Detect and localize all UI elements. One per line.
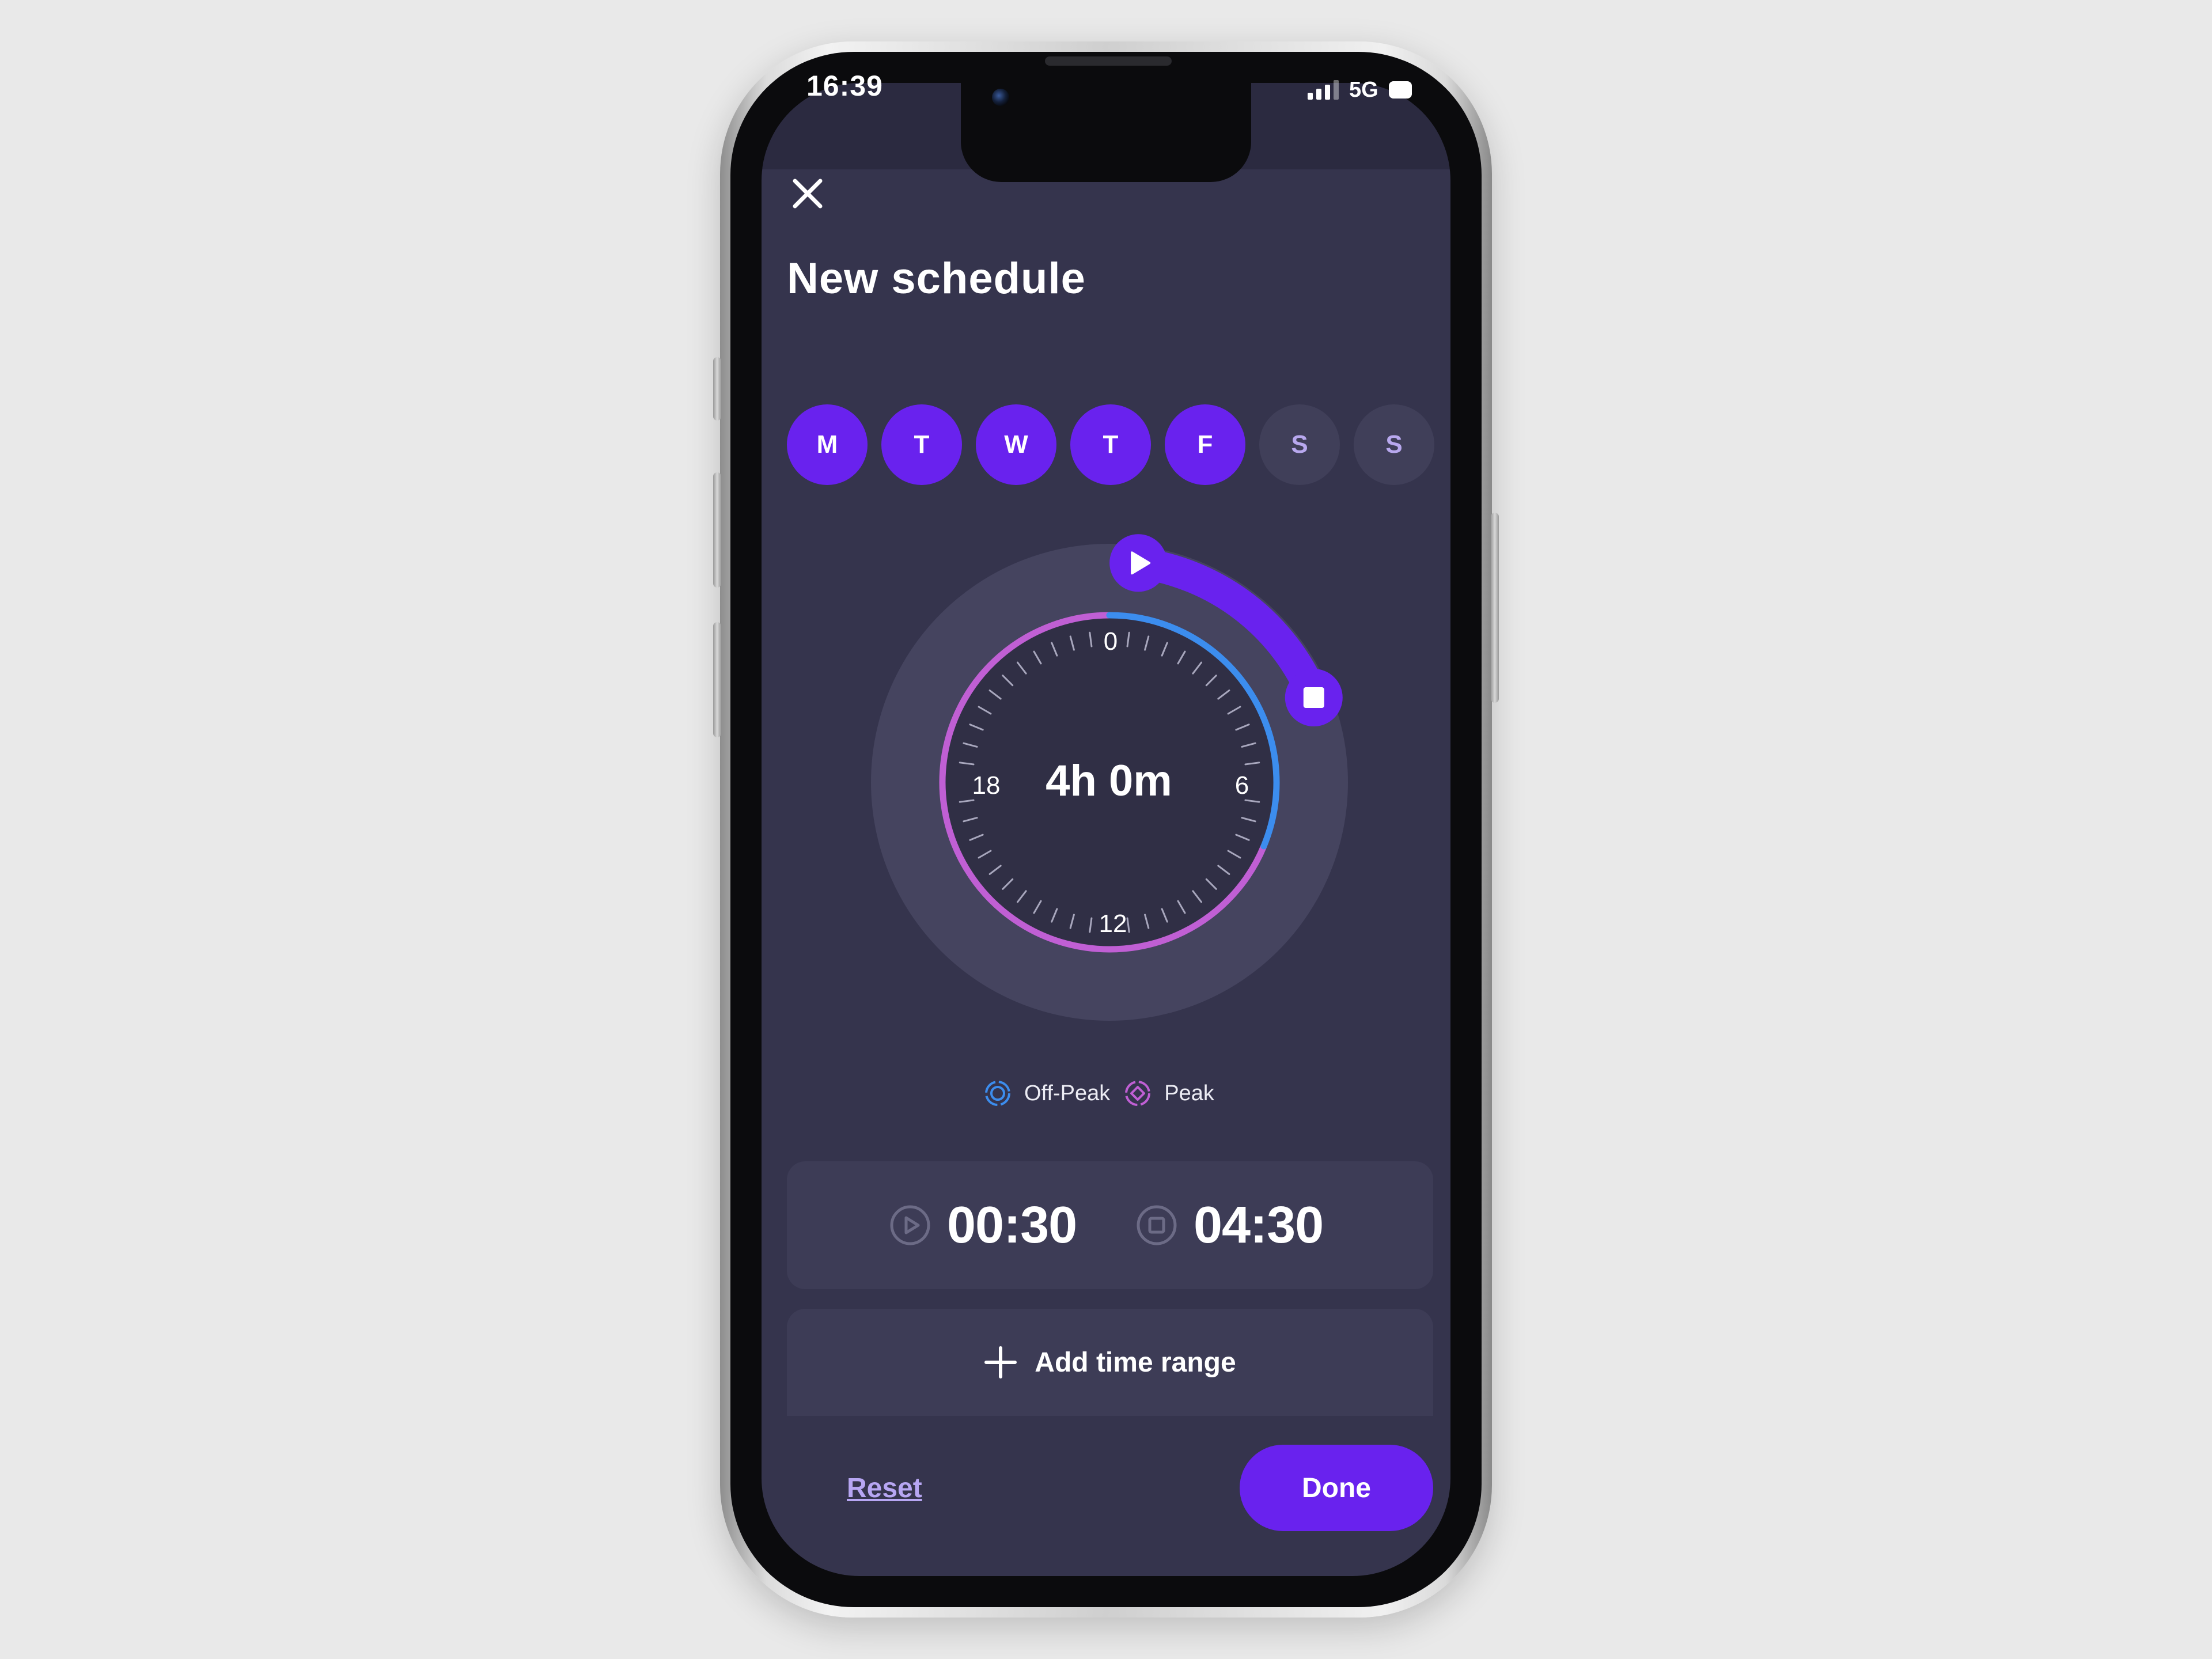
start-time-value[interactable]: 00:30 xyxy=(947,1196,1077,1255)
end-time-value[interactable]: 04:30 xyxy=(1194,1196,1324,1255)
stage: 16:39 5G New schedule M T W T F S S 0 6 … xyxy=(0,0,2212,1659)
add-time-range-label: Add time range xyxy=(1035,1347,1236,1378)
hour-label-6: 6 xyxy=(1235,771,1249,800)
time-range-card[interactable]: 00:30 04:30 xyxy=(787,1161,1433,1289)
hour-label-12: 12 xyxy=(1099,910,1127,938)
end-time-group[interactable]: 04:30 xyxy=(1135,1161,1324,1289)
legend-peak: Peak xyxy=(1123,1078,1214,1108)
peak-icon xyxy=(1125,1081,1151,1106)
reset-button[interactable]: Reset xyxy=(847,1472,922,1504)
legend-offpeak: Off-Peak xyxy=(983,1078,1110,1108)
start-handle[interactable] xyxy=(1109,534,1168,592)
plus-icon xyxy=(984,1346,1017,1378)
end-handle[interactable] xyxy=(1285,669,1343,727)
legend-peak-label: Peak xyxy=(1164,1081,1214,1105)
hour-label-0: 0 xyxy=(1104,627,1118,656)
done-button[interactable]: Done xyxy=(1240,1445,1433,1531)
start-time-icon xyxy=(890,1205,930,1245)
legend-offpeak-label: Off-Peak xyxy=(1024,1081,1111,1105)
tariff-legend: Off-Peak Peak xyxy=(983,1078,1227,1108)
end-time-icon xyxy=(1137,1205,1177,1245)
offpeak-icon xyxy=(985,1081,1010,1106)
start-time-group[interactable]: 00:30 xyxy=(888,1161,1077,1289)
duration-readout: 4h 0m xyxy=(1046,756,1172,805)
hour-label-18: 18 xyxy=(972,771,1001,800)
stop-icon xyxy=(1303,687,1324,709)
add-time-range-button[interactable]: Add time range xyxy=(787,1309,1433,1416)
